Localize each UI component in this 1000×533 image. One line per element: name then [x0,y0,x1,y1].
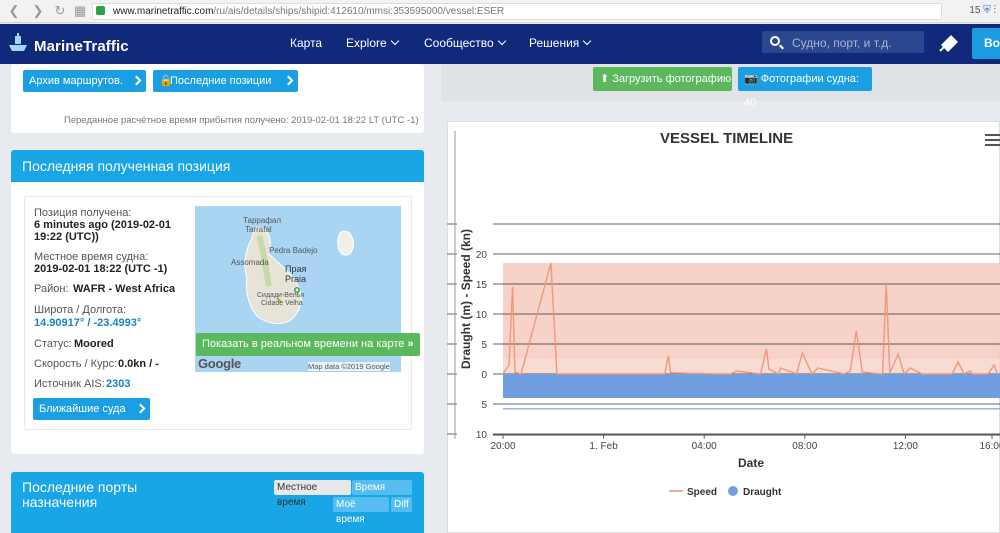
nearby-vessels-label: Ближайшие суда [39,403,126,415]
nearby-vessels-button[interactable]: Ближайшие суда [33,398,150,420]
forward-icon[interactable]: ❯ [30,3,46,19]
camera-icon: 📷 [744,73,758,85]
y-tick-label: 0 [481,370,487,381]
menu-community[interactable]: Сообщество [424,36,506,50]
google-logo: Google [198,356,241,371]
menu-map-label: Карта [290,36,323,50]
upload-icon: ⬆ [600,73,610,85]
secure-lock-icon [96,6,105,15]
menu-map[interactable]: Карта [290,36,322,50]
menu-explore-label: Explore [346,36,387,50]
menu-explore[interactable]: Explore [346,36,399,50]
x-tick-label: 1. Feb [589,441,618,452]
menu-community-label: Сообщество [424,36,494,50]
apps-grid-icon[interactable]: ▦ [72,3,88,19]
area-value: WAFR - West Africa [73,283,176,295]
ais-source-label: Источник AIS: [34,378,105,390]
extension-count: 15 [969,5,981,16]
utc-time-toggle[interactable]: Время (UTC) [352,480,412,508]
login-button[interactable]: Вой [972,28,1000,59]
chevron-down-icon [583,36,592,46]
x-tick-label: 12:00 [893,441,918,452]
latlon-value[interactable]: 14.90917° / -23.4993° [34,317,141,329]
ais-source-value[interactable]: 2303 [106,378,130,390]
my-time-toggle[interactable]: Моё время [333,497,389,525]
ports-title: Последние порты назначения [22,479,138,510]
pin-icon[interactable] [938,33,960,53]
x-tick-label: 20:00 [490,441,515,452]
route-archive-label: Архив маршрутов. [29,75,123,87]
speed-range-band-upper [503,263,1000,359]
diff-toggle[interactable]: Diff [391,497,412,512]
address-bar[interactable]: www.marinetraffic.com/ru/ais/details/shi… [92,3,942,20]
map-attribution: Map data ©2019 Google [308,362,390,371]
received-value: 6 minutes ago (2019-02-01 19:22 (UTC)) [34,219,171,243]
local-time-label: Местное время судна: [34,251,149,263]
legend-speed-label: Speed [687,487,717,498]
chevron-down-icon [497,36,506,46]
menu-dots-icon[interactable]: ⋮ [994,5,997,16]
site-logo[interactable]: MarineTraffic [34,38,129,55]
reload-icon[interactable]: ↻ [52,3,68,19]
chevron-down-icon [390,36,399,46]
status-label: Статус: [34,338,72,350]
map-label: Прая [285,264,307,274]
live-map-label: Показать в реальном времени на карте [202,338,405,350]
map-label: Praia [285,274,307,284]
extension-badge[interactable]: 15 ⛨ ⋮ [969,3,996,19]
menu-solutions-label: Решения [529,36,580,50]
lock-icon: 🔒 [159,75,173,87]
ship-logo-icon [9,33,27,51]
search-icon [770,36,780,46]
upload-photo-label: Загрузить фотографию [612,73,732,85]
x-tick-label: 04:00 [692,441,717,452]
speed-value: 0.0kn / - [118,358,159,370]
legend-draught-label: Draught [743,487,782,498]
back-icon[interactable]: ❮ [6,3,22,19]
eta-text: Переданное расчётное время прибытия полу… [64,115,419,126]
map-label: Tarrafal [245,225,272,234]
double-chevron-right-icon: » [407,338,414,350]
vessel-timeline-chart: 2015105051020:00 1. Feb 04:00 08:00 12:00 16:… [447,131,1000,498]
x-tick-label: 16:00 [979,441,1000,452]
y-tick-label: 10 [476,310,488,321]
last-positions-label: Последние позиции [170,75,272,87]
area-label: Район: [34,283,69,295]
chevron-right-icon [131,75,142,86]
x-tick-label: 08:00 [792,441,817,452]
local-time-toggle[interactable]: Местное время [274,480,351,508]
search-placeholder: Судно, порт, и т.д. [792,36,892,50]
latlon-label: Широта / Долгота: [34,304,127,316]
legend-draught-swatch [728,486,738,496]
map-label: Pedra Badejo [269,246,318,255]
x-axis-title: Date [738,456,764,470]
y-tick-label: 5 [481,400,487,411]
received-label: Позиция получена: [34,207,132,219]
menu-solutions[interactable]: Решения [529,36,592,50]
last-position-title: Последняя полученная позиция [11,150,424,182]
draught-area [503,374,1000,398]
status-value: Moored [74,338,114,350]
speed-label: Скорость / Курс: [34,358,118,370]
y-tick-label: 10 [476,430,488,441]
last-positions-button[interactable]: 🔒 Последние позиции [153,70,298,92]
chevron-right-icon [135,403,146,414]
vessel-photos-button[interactable]: 📷 Фотографии судна: 40 [738,67,872,109]
map-label: Assomada [231,258,269,267]
y-axis-title: Draught (m) - Speed (kn) [459,229,473,369]
chevron-right-icon [283,75,294,86]
upload-photo-button[interactable]: ⬆ Загрузить фотографию [593,67,732,91]
url-path: /ru/ais/details/ships/shipid:412610/mmsi… [213,6,505,17]
live-map-button[interactable]: Показать в реальном времени на карте » [196,333,420,356]
route-archive-button[interactable]: Архив маршрутов. [23,70,146,92]
map-label: Сидади-Велья [257,292,305,299]
local-time-value: 2019-02-01 18:22 (UTC -1) [34,263,168,275]
map-label: Cidade Velha [261,300,303,307]
url-host: www.marinetraffic.com [113,6,214,17]
y-tick-label: 15 [476,280,488,291]
shield-icon: ⛨ [983,5,991,16]
map-label: Таррафал [243,216,282,225]
y-tick-label: 5 [481,340,487,351]
y-tick-label: 20 [476,250,488,261]
